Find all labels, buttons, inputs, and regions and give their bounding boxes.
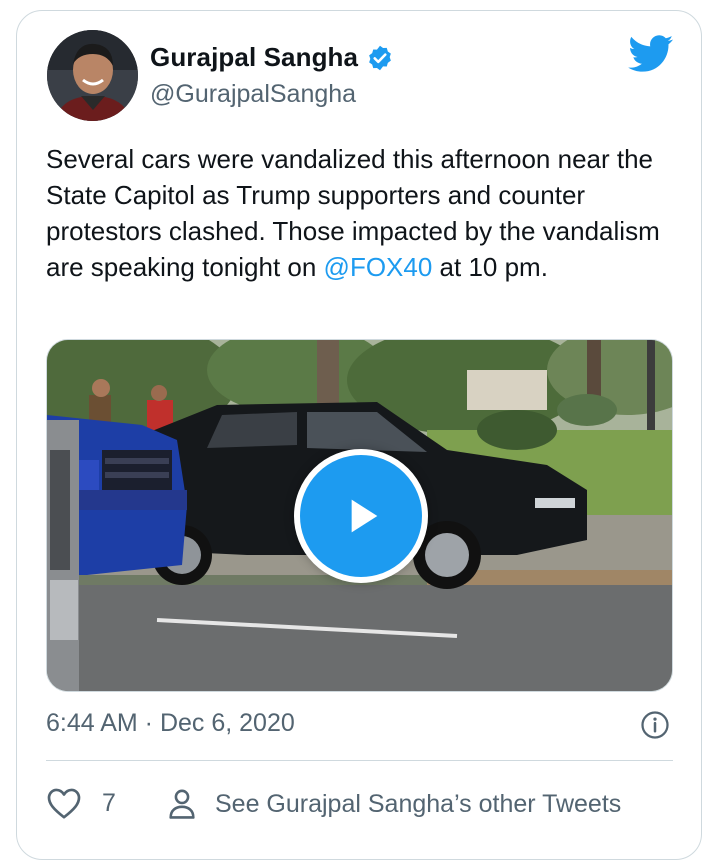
like-button[interactable]: 7 [46,786,116,820]
tweet-text: Several cars were vandalized this aftern… [46,141,686,285]
see-other-tweets-label: See Gurajpal Sangha’s other Tweets [215,789,622,818]
like-count: 7 [102,788,116,817]
verified-badge-icon [369,45,391,70]
author-name[interactable]: Gurajpal Sangha [150,42,358,73]
person-icon [169,789,195,819]
author-avatar[interactable] [47,30,138,121]
video-player[interactable] [46,339,673,692]
heart-icon [47,788,81,819]
twitter-bird-icon[interactable] [628,35,674,73]
see-other-tweets-link[interactable]: See Gurajpal Sangha’s other Tweets [165,786,621,822]
avatar-photo [47,30,138,121]
info-icon[interactable] [640,710,670,740]
divider [46,760,673,761]
author-handle[interactable]: @GurajpalSangha [150,80,356,109]
play-button[interactable] [294,449,428,583]
tweet-timestamp[interactable]: 6:44 AM · Dec 6, 2020 [46,709,295,738]
mention-link[interactable]: @FOX40 [324,252,433,282]
tweet-text-tail: at 10 pm. [432,252,548,282]
play-icon [351,499,378,533]
